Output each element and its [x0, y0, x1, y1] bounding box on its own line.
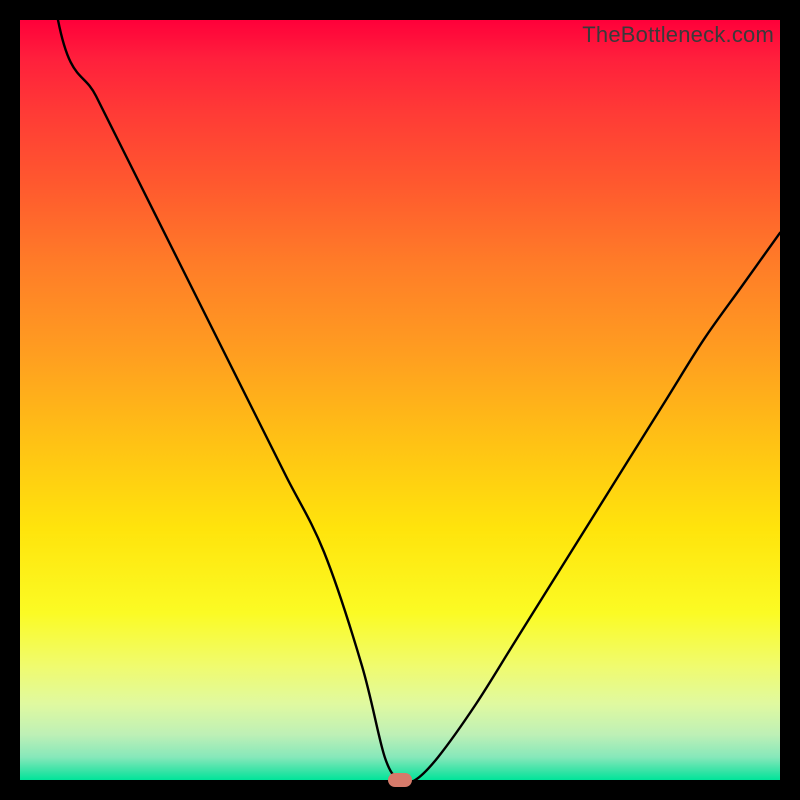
chart-frame: TheBottleneck.com	[0, 0, 800, 800]
bottleneck-optimum-marker	[388, 773, 412, 787]
plot-area: TheBottleneck.com	[20, 20, 780, 780]
bottleneck-curve	[20, 20, 780, 780]
